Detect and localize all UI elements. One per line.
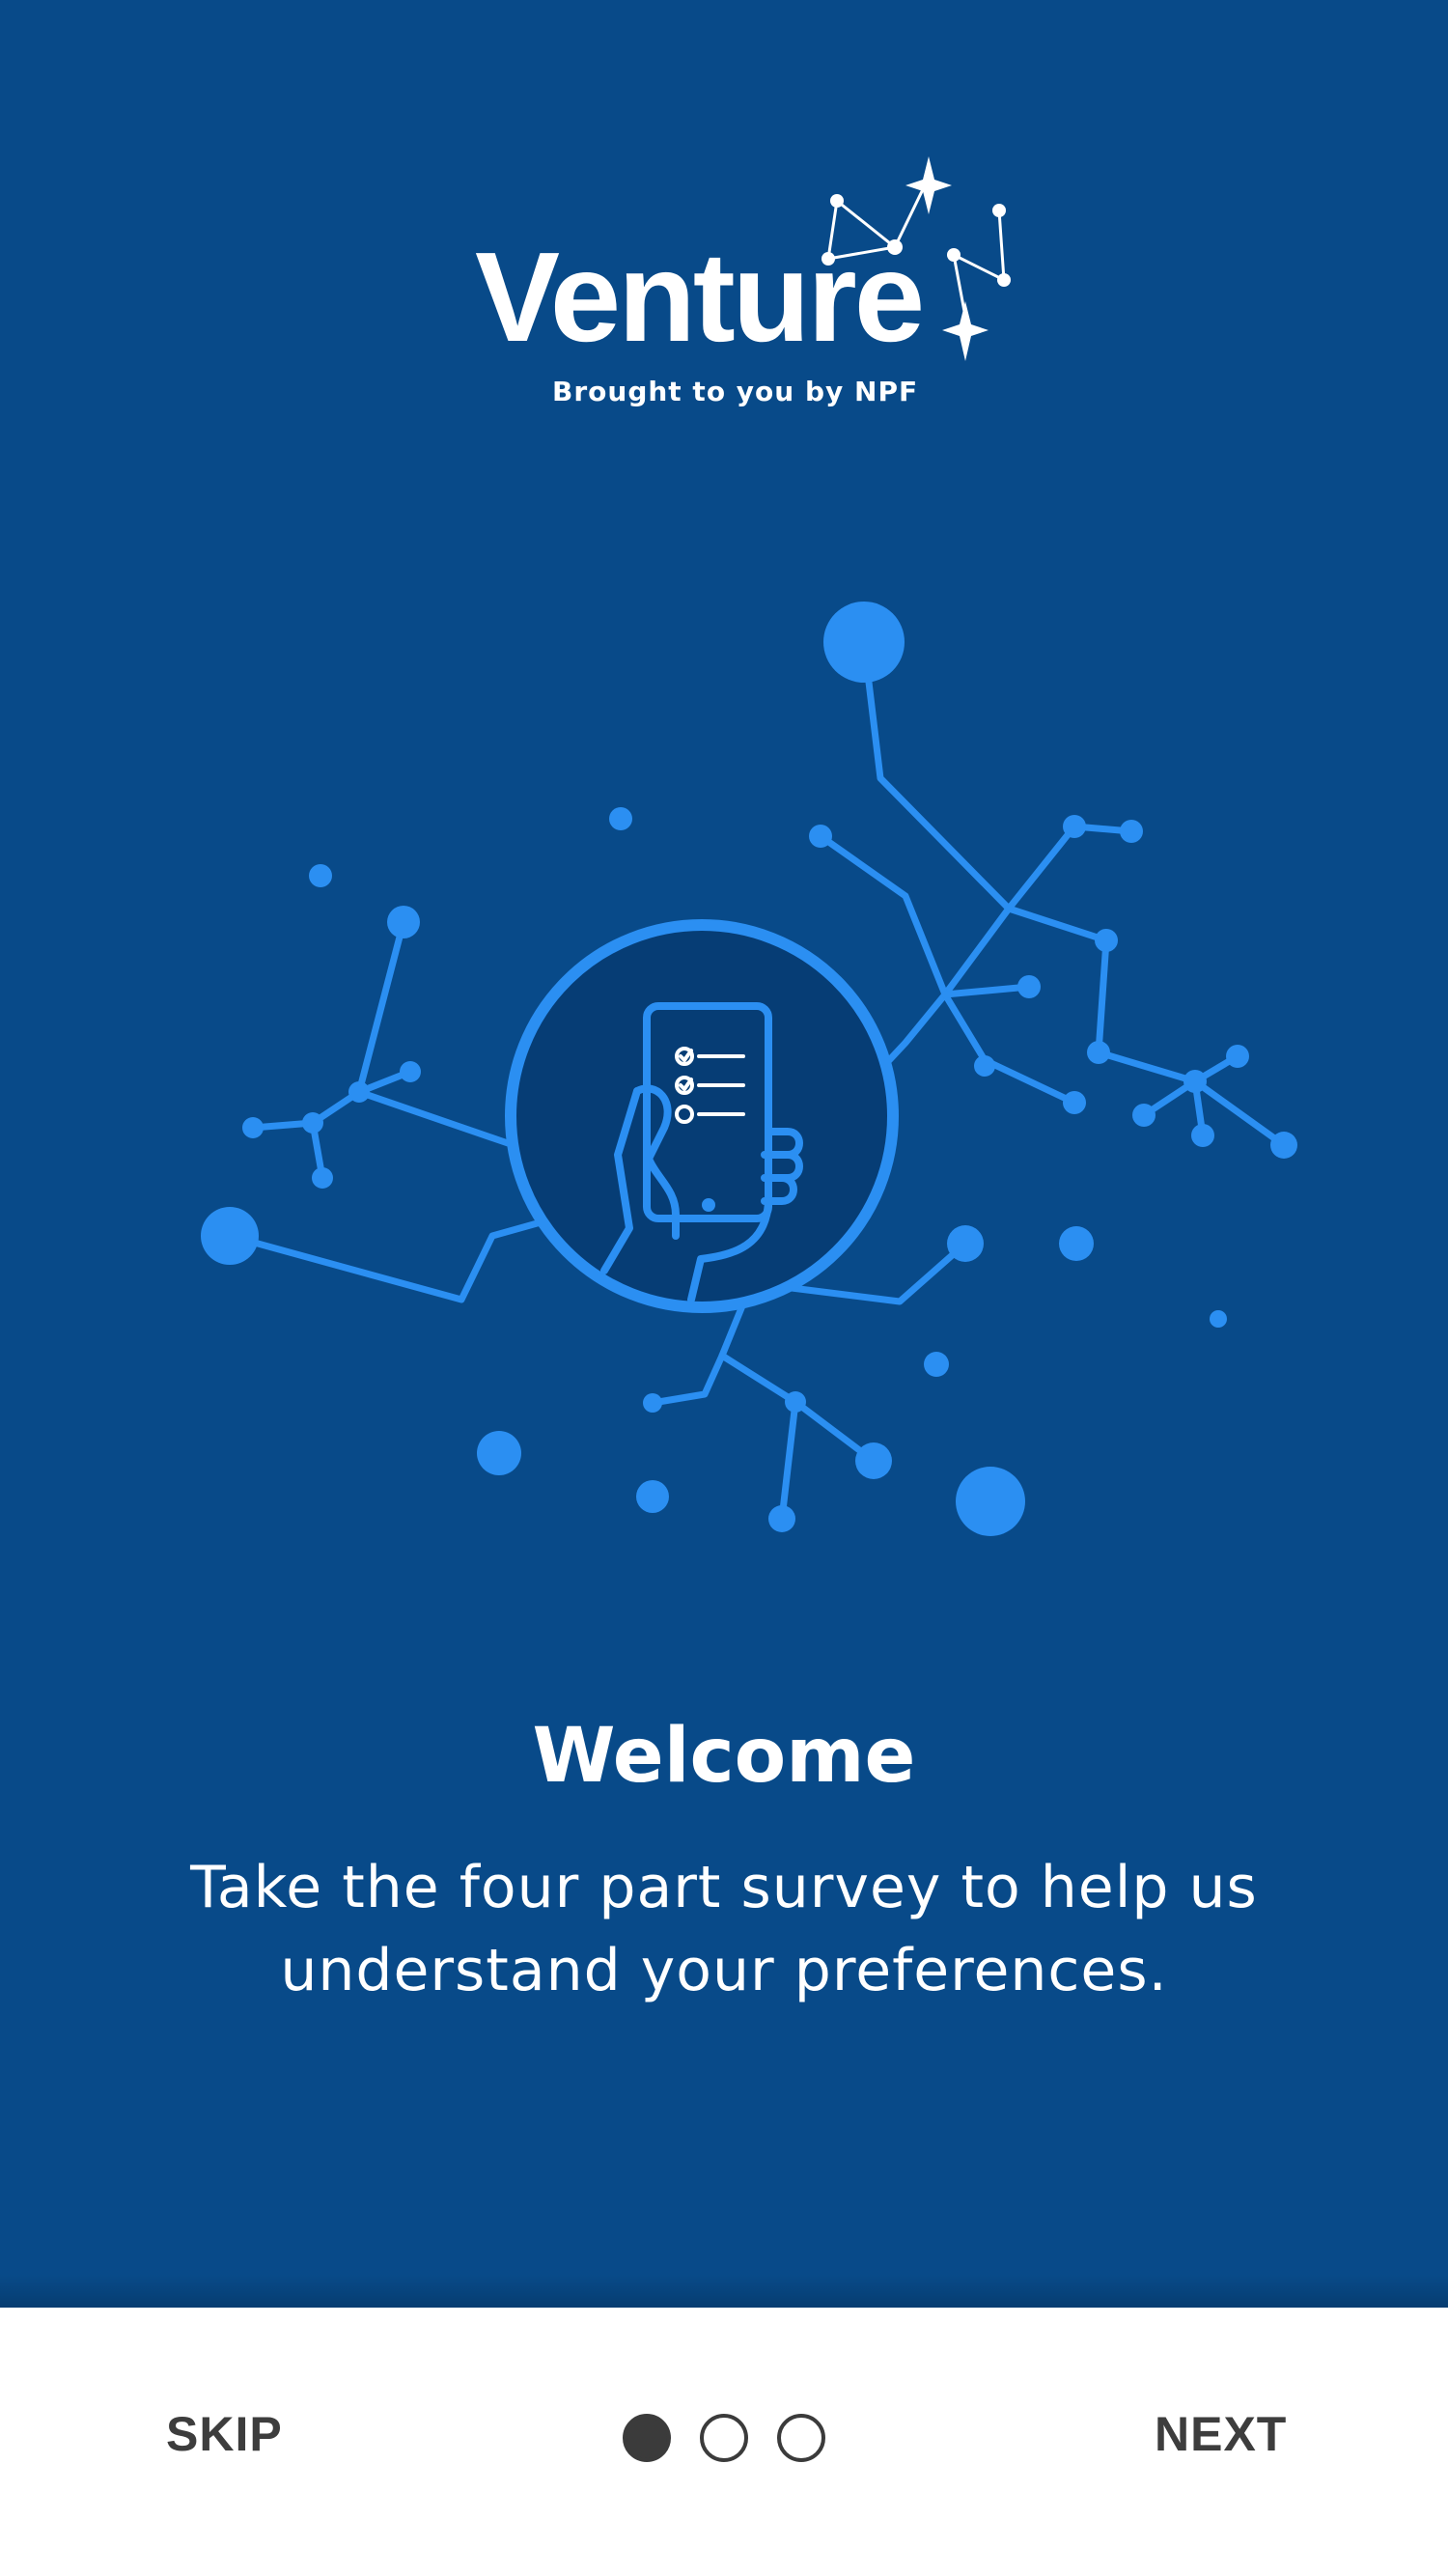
page-indicator — [623, 2414, 825, 2464]
onboarding-footer: SKIP NEXT — [0, 2308, 1448, 2576]
venture-logo: Venture Brought to you by NPF — [463, 145, 1043, 434]
page-dot-3[interactable] — [777, 2414, 825, 2462]
next-button[interactable]: NEXT — [1155, 2410, 1287, 2458]
skip-button[interactable]: SKIP — [166, 2410, 283, 2458]
constellation-icon — [821, 156, 1011, 361]
welcome-title: Welcome — [532, 1713, 916, 1800]
page-dot-1[interactable] — [623, 2414, 671, 2462]
survey-illustration — [201, 602, 1297, 1536]
page-dot-2[interactable] — [700, 2414, 748, 2462]
onboarding-screen: Venture Brought to you by NPF Welcome Ta… — [0, 0, 1448, 2308]
welcome-description: Take the four part survey to help us und… — [190, 1854, 1258, 2004]
